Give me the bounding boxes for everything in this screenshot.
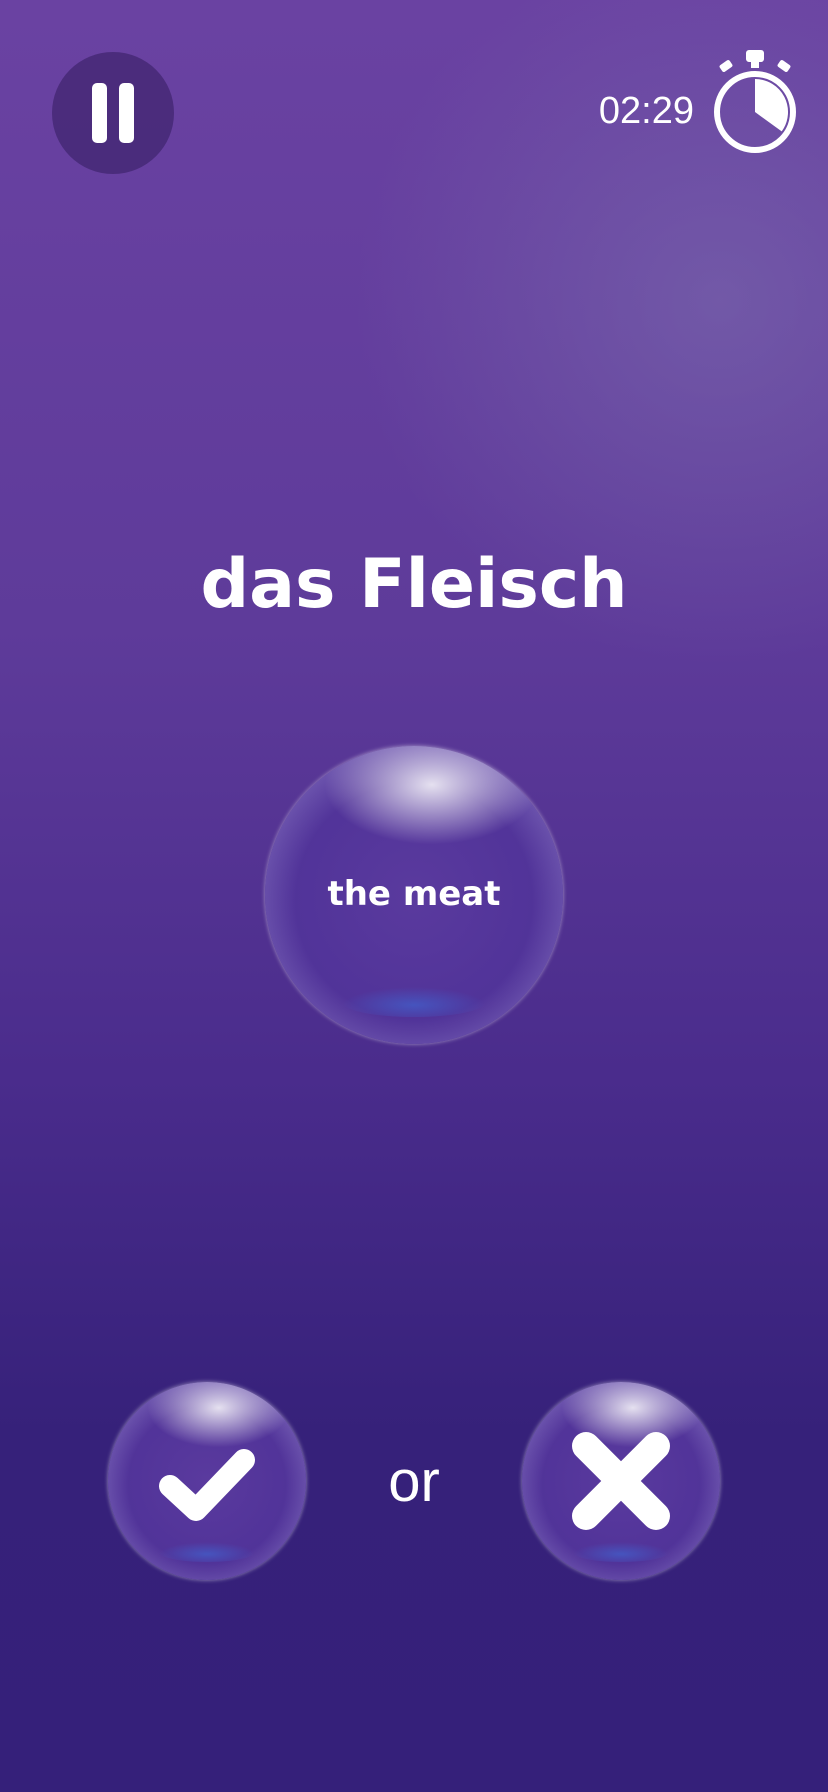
- cross-icon: [572, 1432, 670, 1530]
- stopwatch-icon: [714, 50, 796, 153]
- pause-icon-bar-right: [119, 83, 134, 143]
- prompt-word: das Fleisch: [200, 545, 628, 624]
- answer-text: the meat: [327, 874, 501, 914]
- checkmark-icon: [159, 1449, 255, 1521]
- choice-separator: or: [388, 1449, 440, 1514]
- incorrect-button[interactable]: [522, 1382, 720, 1580]
- timer-countdown: 02:29: [598, 90, 694, 132]
- pause-icon-bar-left: [92, 83, 107, 143]
- answer-bubble: the meat: [265, 746, 563, 1044]
- correct-button[interactable]: [108, 1382, 306, 1580]
- pause-button[interactable]: [52, 52, 174, 174]
